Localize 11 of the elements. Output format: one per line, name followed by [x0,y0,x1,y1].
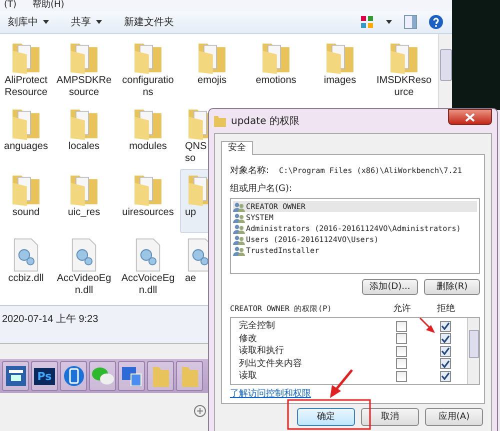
column-header: 允许 [392,303,412,315]
modified-date: 2020-07-14 上午 9:23 [2,314,98,325]
permission-name: 完全控制 [238,320,276,332]
permission-name: 读取和执行 [238,345,285,358]
column-header: 拒绝 [436,303,456,315]
permission-name: 列出文件夹内容 [238,358,303,370]
permission-name: 修改 [238,332,258,345]
field-label: 对象名称: [230,165,270,177]
permission-name: 读取 [238,370,258,382]
field-label: 组或用户名(G): [230,183,294,195]
dialog-title: update 的权限 [231,114,300,128]
